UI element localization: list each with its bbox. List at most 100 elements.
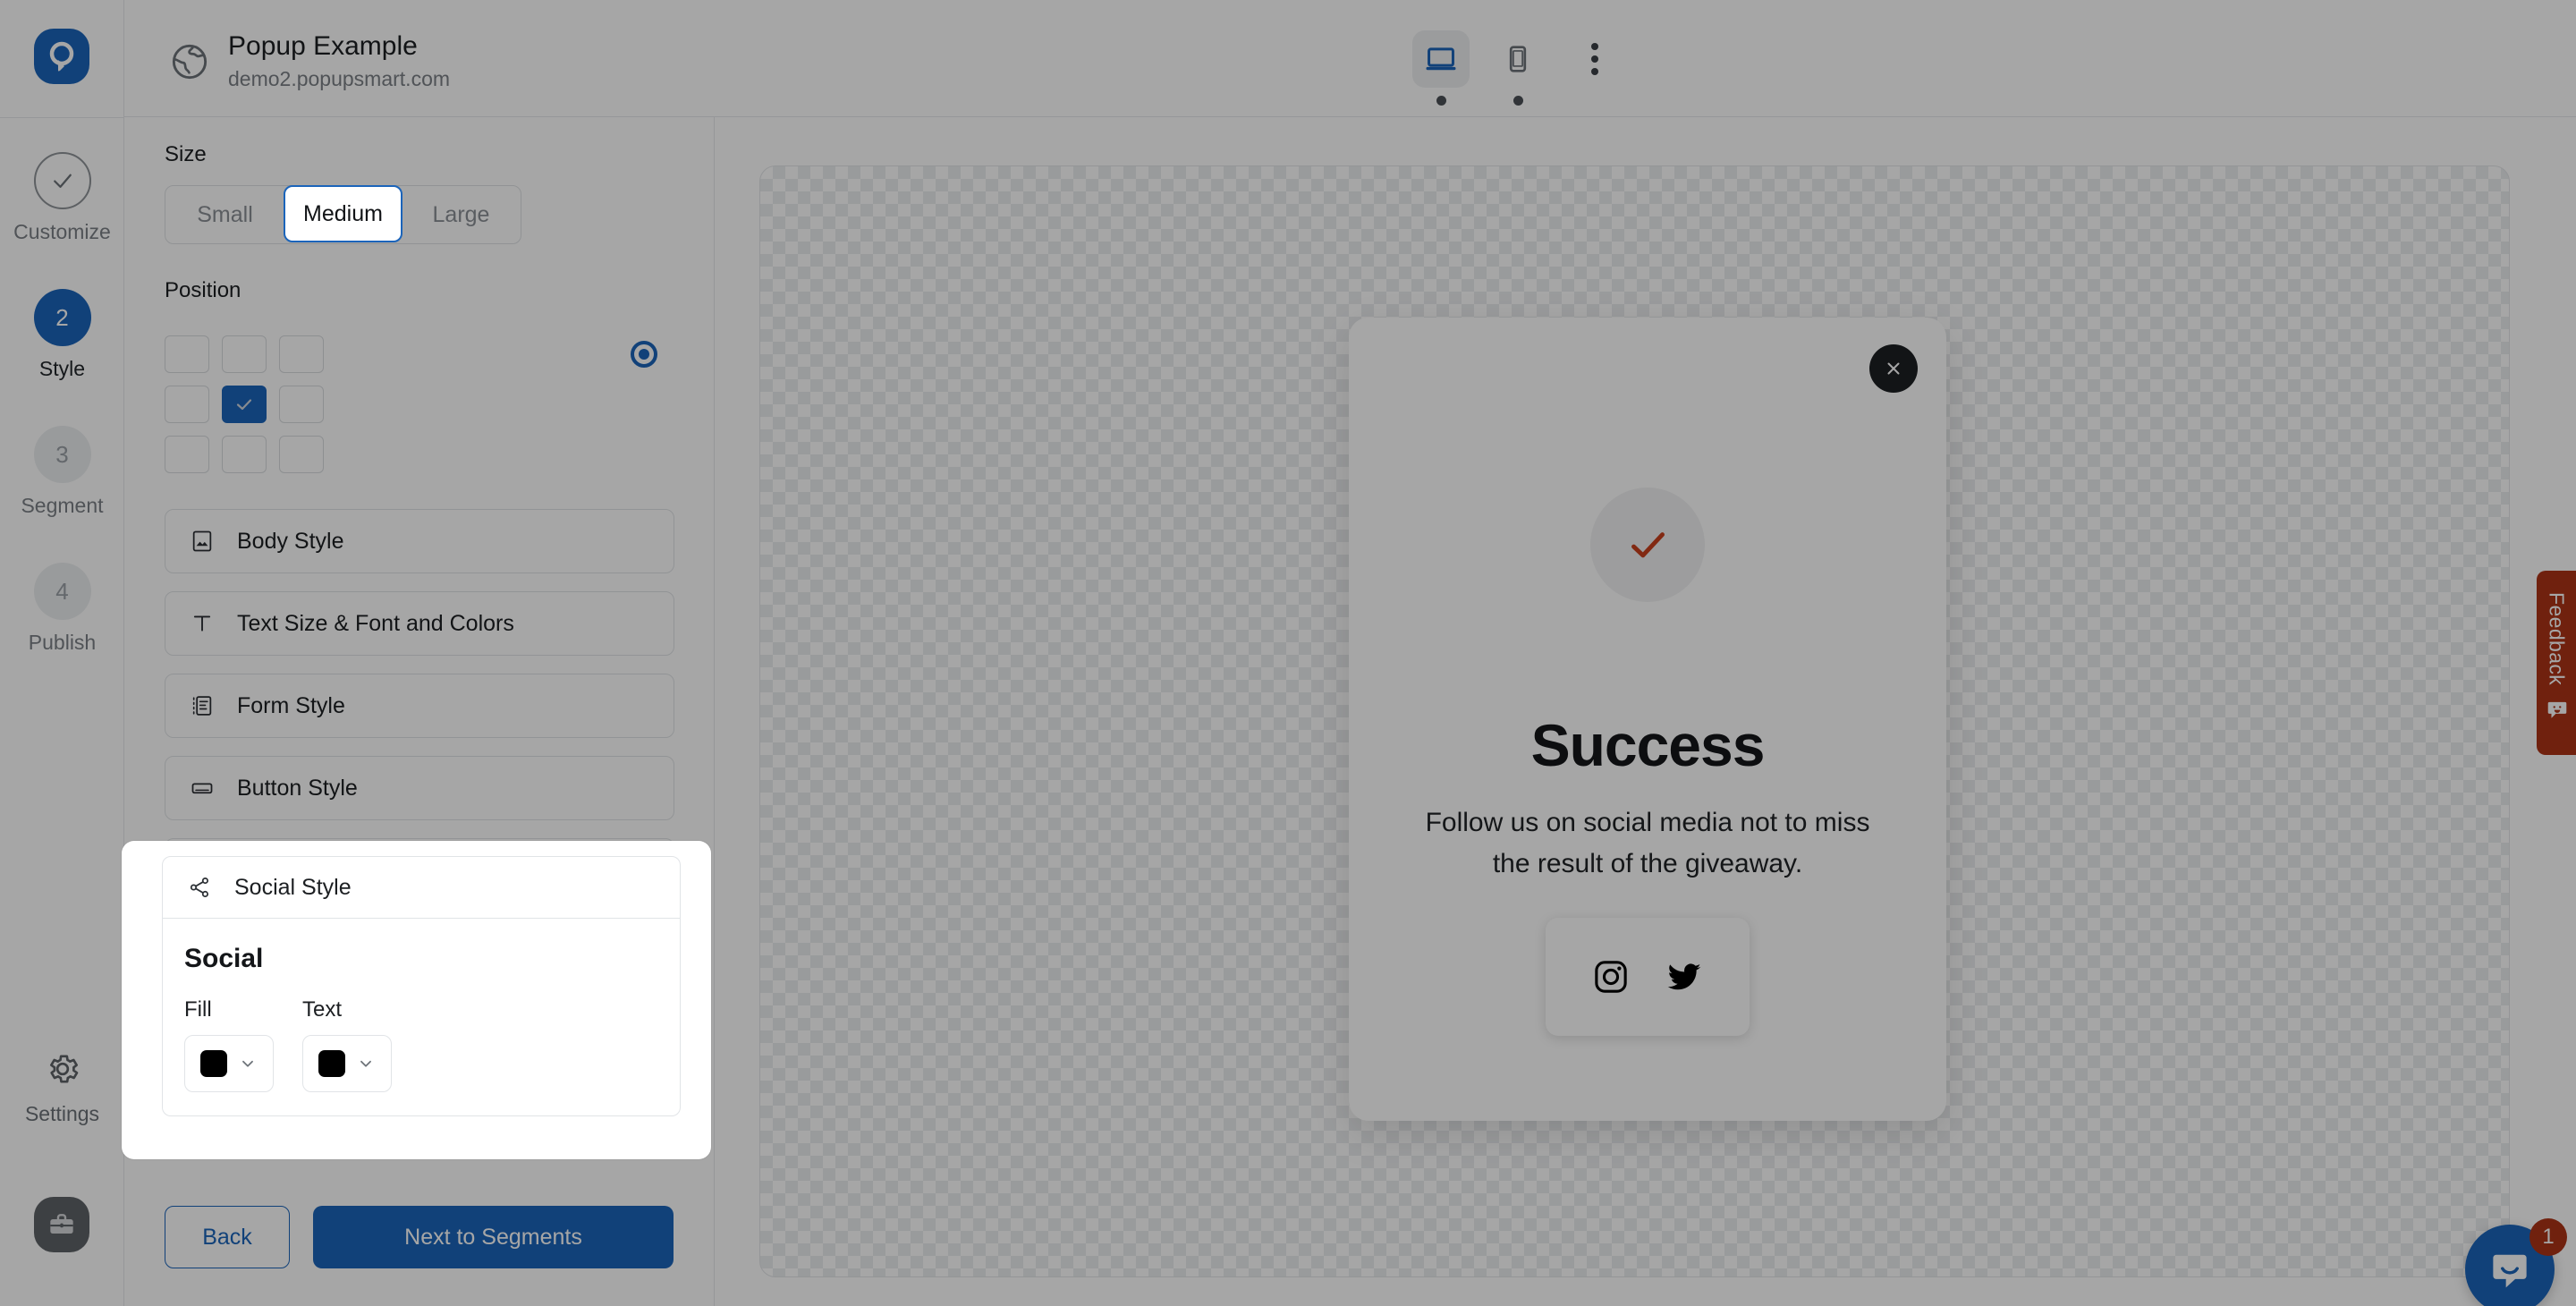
style-section-label: Form Style bbox=[237, 692, 345, 718]
popup-title: Success bbox=[1530, 712, 1766, 778]
position-section-label: Position bbox=[165, 278, 242, 302]
position-cell-middle-center[interactable] bbox=[222, 386, 267, 423]
social-color-fields: Fill Text bbox=[184, 997, 658, 1092]
position-cell-top-left[interactable] bbox=[165, 335, 209, 373]
page-title: Popup Example bbox=[228, 31, 418, 61]
overlay-radio-button[interactable] bbox=[631, 341, 657, 368]
check-icon bbox=[236, 399, 252, 411]
position-cell-middle-left[interactable] bbox=[165, 386, 209, 423]
device-indicator-dot bbox=[1513, 96, 1523, 106]
social-fill-color-select[interactable] bbox=[184, 1035, 274, 1092]
social-fill-label: Fill bbox=[184, 997, 212, 1022]
sidebar-step-publish[interactable]: 4 Publish bbox=[0, 563, 124, 655]
position-cell-bottom-center[interactable] bbox=[222, 436, 267, 473]
size-option-medium[interactable]: Medium bbox=[284, 185, 402, 242]
radio-inner-dot bbox=[639, 349, 649, 360]
next-to-segments-button[interactable]: Next to Segments bbox=[313, 1206, 674, 1268]
step-bubble-style: 2 bbox=[33, 289, 91, 346]
social-style-spotlight: Social Style Social Fill Text bbox=[122, 841, 711, 1159]
social-style-accordion-header[interactable]: Social Style bbox=[162, 856, 681, 919]
chat-bubble-icon bbox=[2493, 1254, 2527, 1288]
sidebar-step-label: Customize bbox=[13, 220, 111, 243]
popupsmart-logo-icon[interactable] bbox=[34, 29, 89, 84]
sidebar-item-settings[interactable]: Settings bbox=[0, 1051, 124, 1126]
chevron-down-icon bbox=[360, 1060, 371, 1067]
share-icon bbox=[184, 872, 215, 903]
briefcase-icon[interactable] bbox=[34, 1197, 89, 1252]
sidebar-step-label: Publish bbox=[28, 631, 97, 654]
style-section-label: Button Style bbox=[237, 775, 358, 801]
sidebar-step-style[interactable]: 2 Style bbox=[0, 289, 124, 381]
social-style-label: Social Style bbox=[234, 874, 352, 900]
color-swatch bbox=[200, 1050, 227, 1077]
position-cell-middle-right[interactable] bbox=[279, 386, 324, 423]
kebab-dot bbox=[1591, 43, 1598, 50]
position-cell-bottom-right[interactable] bbox=[279, 436, 324, 473]
check-icon bbox=[53, 174, 72, 188]
check-icon bbox=[1631, 532, 1665, 558]
kebab-dot bbox=[1591, 68, 1598, 75]
style-section-form[interactable]: Form Style bbox=[165, 674, 674, 738]
device-indicator-dot bbox=[1436, 96, 1446, 106]
image-icon bbox=[187, 526, 217, 556]
popup-subtitle: Follow us on social media not to miss th… bbox=[1425, 808, 1870, 878]
position-cell-bottom-left[interactable] bbox=[165, 436, 209, 473]
smiley-chat-icon bbox=[2545, 698, 2569, 721]
app-header: Popup Example demo2.popupsmart.com bbox=[124, 0, 2576, 117]
globe-icon bbox=[169, 41, 210, 82]
social-text-label: Text bbox=[302, 997, 343, 1022]
kebab-dot bbox=[1591, 55, 1598, 63]
size-option-small[interactable]: Small bbox=[165, 186, 284, 243]
style-section-label: Text Size & Font and Colors bbox=[237, 610, 514, 636]
device-desktop-button[interactable] bbox=[1412, 30, 1470, 106]
size-option-large[interactable]: Large bbox=[402, 186, 521, 243]
sidebar-step-segment[interactable]: 3 Segment bbox=[0, 426, 124, 518]
position-grid bbox=[165, 335, 674, 473]
text-icon bbox=[187, 608, 217, 639]
step-bubble-segment: 3 bbox=[33, 426, 91, 483]
app-root: Customize 2 Style 3 Segment 4 Publish Se… bbox=[0, 0, 2576, 1306]
panel-footer: Back Next to Segments bbox=[124, 1168, 714, 1306]
sidebar-step-label: Segment bbox=[21, 494, 104, 517]
sidebar-step-label: Style bbox=[38, 357, 86, 380]
style-section-button[interactable]: Button Style bbox=[165, 756, 674, 820]
wizard-steps: Customize 2 Style 3 Segment 4 Publish bbox=[0, 152, 124, 700]
step-bubble-publish: 4 bbox=[33, 563, 91, 620]
size-section-label: Size bbox=[165, 142, 207, 166]
style-section-text[interactable]: Text Size & Font and Colors bbox=[165, 591, 674, 656]
step-bubble-customize bbox=[33, 152, 91, 209]
color-swatch bbox=[318, 1050, 345, 1077]
device-switcher bbox=[1412, 30, 1623, 106]
device-mobile-button[interactable] bbox=[1489, 30, 1546, 106]
size-segmented-control: Small Medium Large bbox=[165, 185, 521, 244]
social-style-panel: Social Style Social Fill Text bbox=[162, 856, 681, 1116]
instagram-icon[interactable] bbox=[1591, 957, 1631, 996]
popup-body: Success Follow us on social media not to… bbox=[1349, 318, 1946, 1121]
chevron-down-icon bbox=[242, 1060, 253, 1067]
site-badge: Popup Example demo2.popupsmart.com bbox=[169, 30, 450, 93]
intercom-unread-badge: 1 bbox=[2529, 1218, 2567, 1256]
style-section-label: Body Style bbox=[237, 528, 344, 554]
position-cell-top-center[interactable] bbox=[222, 335, 267, 373]
social-text-color-select[interactable] bbox=[302, 1035, 392, 1092]
twitter-icon[interactable] bbox=[1665, 957, 1704, 996]
desktop-icon bbox=[1412, 30, 1470, 88]
position-cell-top-right[interactable] bbox=[279, 335, 324, 373]
site-url: demo2.popupsmart.com bbox=[228, 67, 451, 90]
sidebar-step-customize[interactable]: Customize bbox=[0, 152, 124, 244]
kebab-menu-icon[interactable] bbox=[1566, 30, 1623, 88]
button-icon bbox=[187, 773, 217, 803]
rail-divider bbox=[0, 117, 124, 118]
popup-preview: Success Follow us on social media not to… bbox=[1349, 318, 1946, 1121]
sidebar-item-label: Settings bbox=[24, 1102, 100, 1125]
mobile-icon bbox=[1489, 30, 1546, 88]
position-picker bbox=[165, 335, 674, 473]
success-check-badge bbox=[1590, 488, 1705, 602]
social-text-field: Text bbox=[302, 997, 392, 1092]
social-style-content: Social Fill Text bbox=[162, 919, 681, 1116]
back-button[interactable]: Back bbox=[165, 1206, 290, 1268]
feedback-tab[interactable]: Feedback bbox=[2537, 571, 2576, 755]
popup-social-card bbox=[1546, 918, 1750, 1037]
style-section-body-style[interactable]: Body Style bbox=[165, 509, 674, 573]
feedback-tab-label: Feedback bbox=[2545, 592, 2569, 686]
